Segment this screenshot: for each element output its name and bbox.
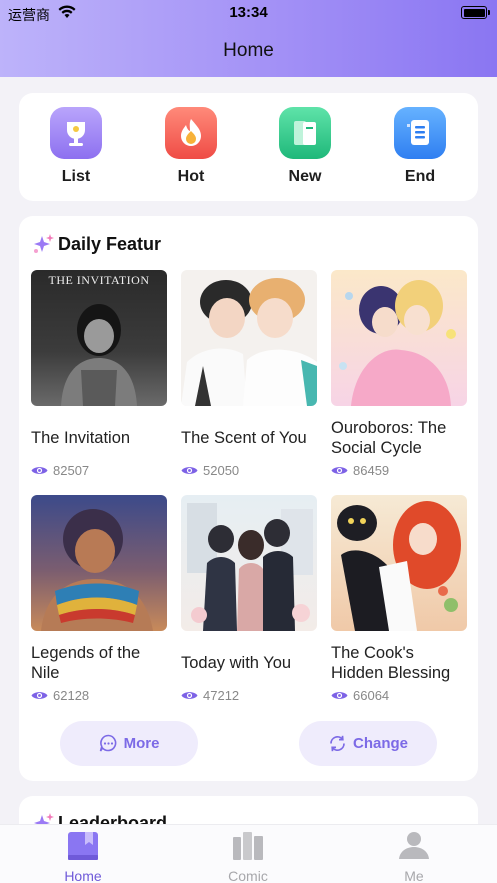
book-card[interactable]: The Scent of You 52050 <box>181 270 317 478</box>
tab-bar: Home Comic Me <box>0 824 497 883</box>
clock: 13:34 <box>229 4 268 21</box>
book-title: The Scent of You <box>181 429 307 447</box>
section-title: Daily Featur <box>31 233 161 255</box>
category-new[interactable]: New <box>270 107 340 186</box>
eye-icon <box>331 467 348 474</box>
book-cover <box>181 495 317 631</box>
more-button[interactable]: More <box>60 721 198 766</box>
eye-icon <box>181 467 198 474</box>
book-card[interactable]: The Cook's Hidden Blessing 66064 <box>331 495 467 703</box>
category-end[interactable]: End <box>385 107 455 186</box>
eye-icon <box>31 692 48 699</box>
chat-bubble-icon <box>99 734 116 752</box>
view-count-value: 86459 <box>353 463 390 478</box>
library-icon <box>233 832 263 860</box>
view-count: 52050 <box>181 463 317 478</box>
book-card[interactable]: THE INVITATION The Invitation 82507 <box>31 270 167 478</box>
view-count: 62128 <box>31 688 167 703</box>
book-cover <box>181 270 317 406</box>
category-label: New <box>288 168 322 185</box>
change-button-label: Change <box>352 735 408 752</box>
book-title: Ouroboros: The Social Cycle <box>331 419 447 457</box>
app-header: 运营商 13:34 Home <box>0 0 497 77</box>
trophy-icon <box>50 107 102 159</box>
book-cover: THE INVITATION <box>31 270 167 406</box>
category-list[interactable]: List <box>41 107 111 186</box>
new-book-icon <box>279 107 331 159</box>
book-card[interactable]: Today with You 47212 <box>181 495 317 703</box>
view-count: 82507 <box>31 463 167 478</box>
document-list-icon <box>394 107 446 159</box>
book-card[interactable]: Ouroboros: The Social Cycle 86459 <box>331 270 467 478</box>
view-count-value: 82507 <box>53 463 90 478</box>
view-count-value: 47212 <box>203 688 240 703</box>
view-count-value: 62128 <box>53 688 90 703</box>
flame-icon <box>165 107 217 159</box>
tab-comic[interactable]: Comic <box>208 831 288 883</box>
book-cover <box>331 270 467 406</box>
eye-icon <box>331 692 348 699</box>
tab-home[interactable]: Home <box>43 831 123 883</box>
eye-icon <box>31 467 48 474</box>
category-label: List <box>61 168 91 185</box>
eye-icon <box>181 692 198 699</box>
page-title: Home <box>223 40 274 61</box>
change-button[interactable]: Change <box>299 721 437 766</box>
person-icon <box>399 832 429 859</box>
view-count: 47212 <box>181 688 317 703</box>
category-label: Hot <box>177 168 205 185</box>
book-icon <box>68 832 98 860</box>
tab-label: Me <box>404 868 424 883</box>
section-title-text: Daily Featur <box>58 233 162 254</box>
tab-me[interactable]: Me <box>374 831 454 883</box>
battery-icon <box>461 6 490 19</box>
tab-label: Home <box>64 868 102 883</box>
book-title: Legends of the Nile <box>31 644 141 682</box>
category-hot[interactable]: Hot <box>156 107 226 186</box>
book-title: Today with You <box>181 654 292 672</box>
book-cover <box>31 495 167 631</box>
view-count: 66064 <box>331 688 467 703</box>
refresh-icon <box>330 735 345 752</box>
book-cover <box>331 495 467 631</box>
view-count-value: 52050 <box>203 463 240 478</box>
book-card[interactable]: Legends of the Nile 62128 <box>31 495 167 703</box>
book-title: The Cook's Hidden Blessing <box>331 644 451 682</box>
category-shortcuts: List Hot New End <box>19 93 478 201</box>
book-title: The Invitation <box>31 429 131 447</box>
view-count-value: 66064 <box>353 688 390 703</box>
daily-featured-section: Daily Featur THE INVITATION The Invitati… <box>19 216 478 781</box>
category-label: End <box>404 168 436 185</box>
tab-label: Comic <box>228 868 268 883</box>
sparkle-icon <box>34 234 54 253</box>
more-button-label: More <box>123 735 160 752</box>
view-count: 86459 <box>331 463 467 478</box>
status-bar: 运营商 13:34 <box>0 0 497 26</box>
